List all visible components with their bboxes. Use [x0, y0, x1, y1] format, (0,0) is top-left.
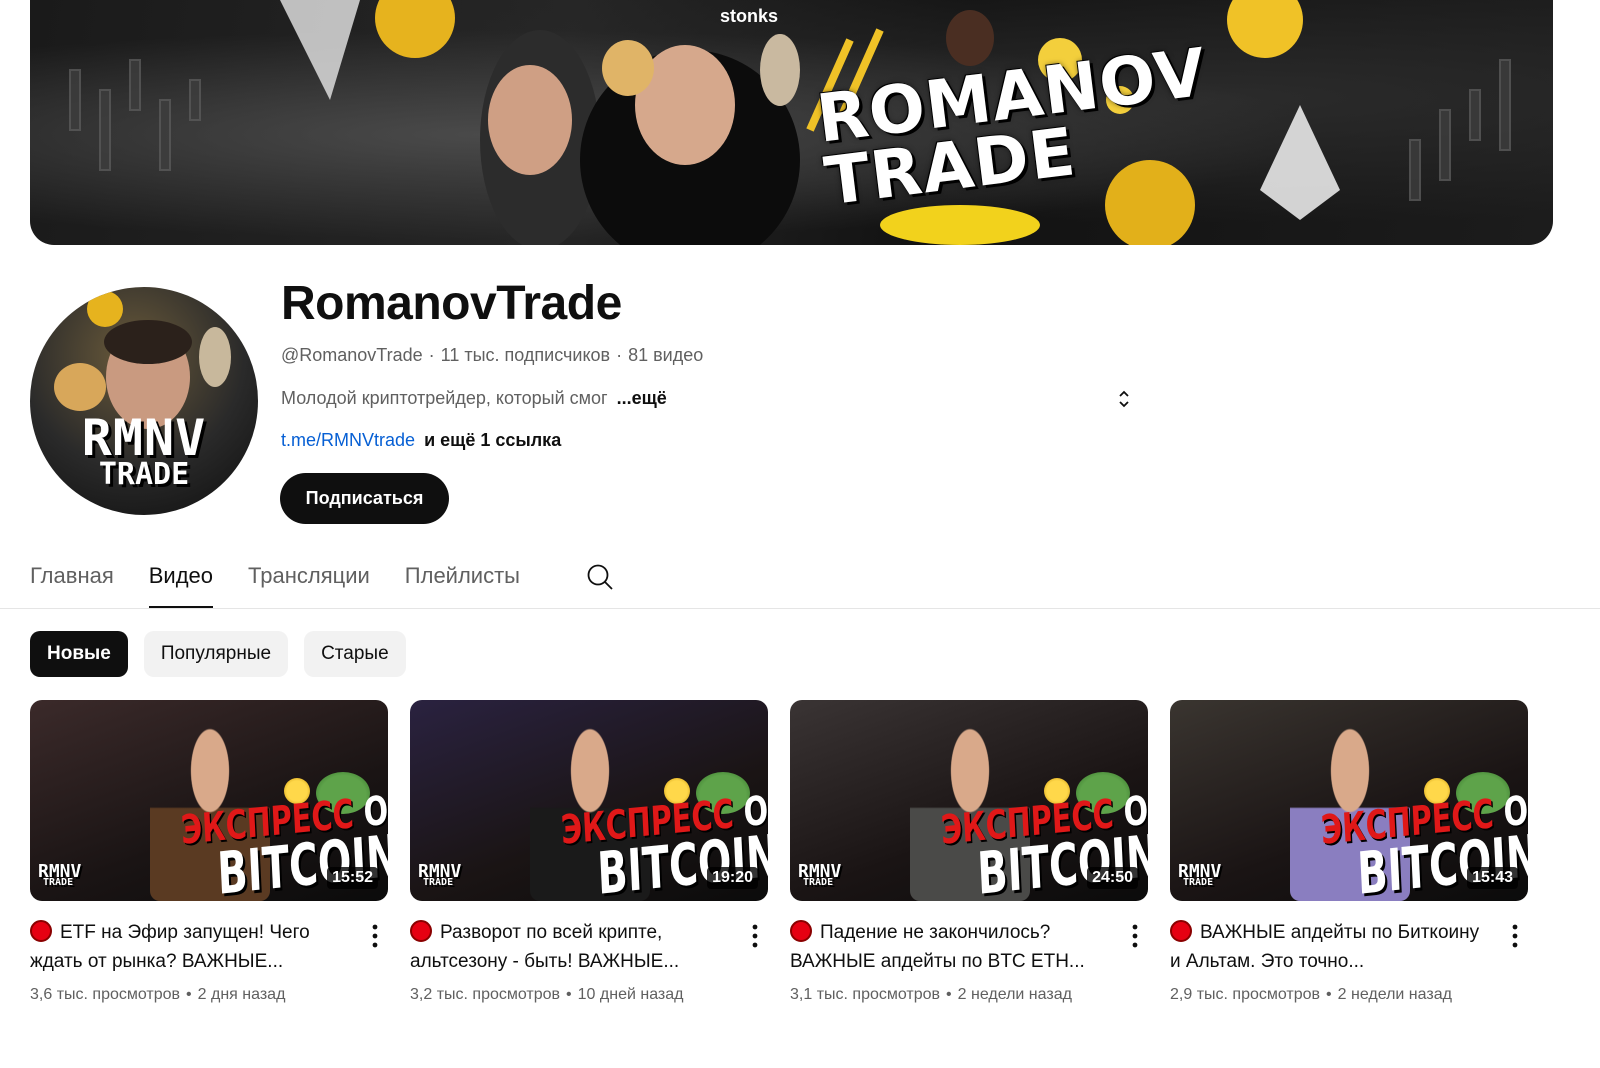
search-icon[interactable]	[585, 562, 615, 592]
banner-chart-decoration	[69, 0, 1511, 245]
avatar-logo-sub: TRADE	[98, 457, 190, 492]
tab-live[interactable]: Трансляции	[248, 555, 370, 609]
video-count: 81 видео	[628, 345, 704, 365]
video-meta: 2,9 тыс. просмотров • 2 недели назад	[1170, 986, 1452, 1003]
subscriber-count: 11 тыс. подписчиков	[440, 345, 611, 365]
subscribe-button[interactable]: Подписаться	[280, 473, 449, 524]
upload-age: 2 дня назад	[197, 986, 286, 1003]
channel-handle: @RomanovTrade	[281, 345, 423, 365]
chip-popular[interactable]: Популярные	[143, 631, 289, 677]
sort-chips: Новые Популярные Старые	[30, 631, 406, 677]
upload-age: 10 дней назад	[577, 986, 684, 1003]
video-thumbnail[interactable]: ЭКСПРЕСС ОБЗОР BITCOIN RMNV TRADE 15:43	[1170, 700, 1528, 901]
live-dot-icon	[30, 920, 52, 942]
video-meta: 3,2 тыс. просмотров • 10 дней назад	[410, 986, 684, 1003]
video-card[interactable]: ЭКСПРЕСС ОБЗОР BITCOIN RMNV TRADE 15:43 В…	[1170, 700, 1528, 1003]
channel-description[interactable]: Молодой криптотрейдер, который смог ...е…	[281, 388, 667, 409]
channel-tabs: Главная Видео Трансляции Плейлисты	[30, 555, 555, 609]
tabs-divider	[0, 608, 1600, 609]
video-title[interactable]: Падение не закончилось? ВАЖНЫЕ апдейты п…	[790, 918, 1110, 976]
channel-meta: @RomanovTrade · 11 тыс. подписчиков · 81 вид…	[281, 345, 704, 365]
telegram-link[interactable]: t.me/RMNVtrade	[281, 430, 415, 450]
video-title[interactable]: ВАЖНЫЕ апдейты по Биткоину и Альтам. Это…	[1170, 918, 1490, 976]
tab-home[interactable]: Главная	[30, 555, 114, 609]
tab-playlists[interactable]: Плейлисты	[405, 555, 520, 609]
more-vert-icon[interactable]	[1128, 922, 1142, 950]
view-count: 3,6 тыс. просмотров	[30, 986, 181, 1003]
tab-videos[interactable]: Видео	[148, 555, 214, 609]
description-text: Молодой криптотрейдер, который смог	[281, 388, 608, 408]
chip-oldest[interactable]: Старые	[304, 631, 406, 677]
channel-name: RomanovTrade	[281, 277, 622, 330]
video-duration: 19:20	[707, 867, 758, 889]
video-duration: 15:52	[327, 867, 378, 889]
unfold-icon[interactable]	[1115, 386, 1133, 412]
description-more-link[interactable]: ...ещё	[617, 388, 667, 408]
video-card[interactable]: ЭКСПРЕСС ОБЗОР BITCOIN RMNV TRADE 19:20 Р…	[410, 700, 768, 1003]
video-title[interactable]: ETF на Эфир запущен! Чего ждать от рынка…	[30, 918, 350, 976]
live-dot-icon	[410, 920, 432, 942]
channel-banner: stonks ROMANOV TRADE	[30, 0, 1553, 245]
channel-avatar[interactable]: RMNV TRADE	[30, 287, 258, 515]
thumbnail-brand: RMNV TRADE	[418, 861, 462, 889]
video-card[interactable]: ЭКСПРЕСС ОБЗОР BITCOIN RMNV TRADE 15:52 E…	[30, 700, 388, 1003]
video-duration: 15:43	[1467, 867, 1518, 889]
view-count: 3,1 тыс. просмотров	[790, 986, 941, 1003]
more-links-button[interactable]: и ещё 1 ссылка	[424, 430, 561, 450]
chip-newest[interactable]: Новые	[30, 631, 128, 677]
thumbnail-brand: RMNV TRADE	[798, 861, 842, 889]
video-thumbnail[interactable]: ЭКСПРЕСС ОБЗОР BITCOIN RMNV TRADE 19:20	[410, 700, 768, 901]
video-title[interactable]: Разворот по всей крипте, альтсезону - бы…	[410, 918, 730, 976]
view-count: 3,2 тыс. просмотров	[410, 986, 561, 1003]
view-count: 2,9 тыс. просмотров	[1170, 986, 1321, 1003]
video-meta: 3,1 тыс. просмотров • 2 недели назад	[790, 986, 1072, 1003]
thumbnail-brand: RMNV TRADE	[1178, 861, 1222, 889]
live-dot-icon	[790, 920, 812, 942]
more-vert-icon[interactable]	[368, 922, 382, 950]
banner-caption: stonks	[720, 6, 779, 26]
channel-links: t.me/RMNVtrade и ещё 1 ссылка	[281, 430, 561, 451]
more-vert-icon[interactable]	[748, 922, 762, 950]
video-card[interactable]: ЭКСПРЕСС ОБЗОР BITCOIN RMNV TRADE 24:50 П…	[790, 700, 1148, 1003]
video-thumbnail[interactable]: ЭКСПРЕСС ОБЗОР BITCOIN RMNV TRADE 24:50	[790, 700, 1148, 901]
live-dot-icon	[1170, 920, 1192, 942]
more-vert-icon[interactable]	[1508, 922, 1522, 950]
video-meta: 3,6 тыс. просмотров • 2 дня назад	[30, 986, 286, 1003]
upload-age: 2 недели назад	[1337, 986, 1452, 1003]
video-duration: 24:50	[1087, 867, 1138, 889]
video-thumbnail[interactable]: ЭКСПРЕСС ОБЗОР BITCOIN RMNV TRADE 15:52	[30, 700, 388, 901]
thumbnail-brand: RMNV TRADE	[38, 861, 82, 889]
upload-age: 2 недели назад	[957, 986, 1072, 1003]
